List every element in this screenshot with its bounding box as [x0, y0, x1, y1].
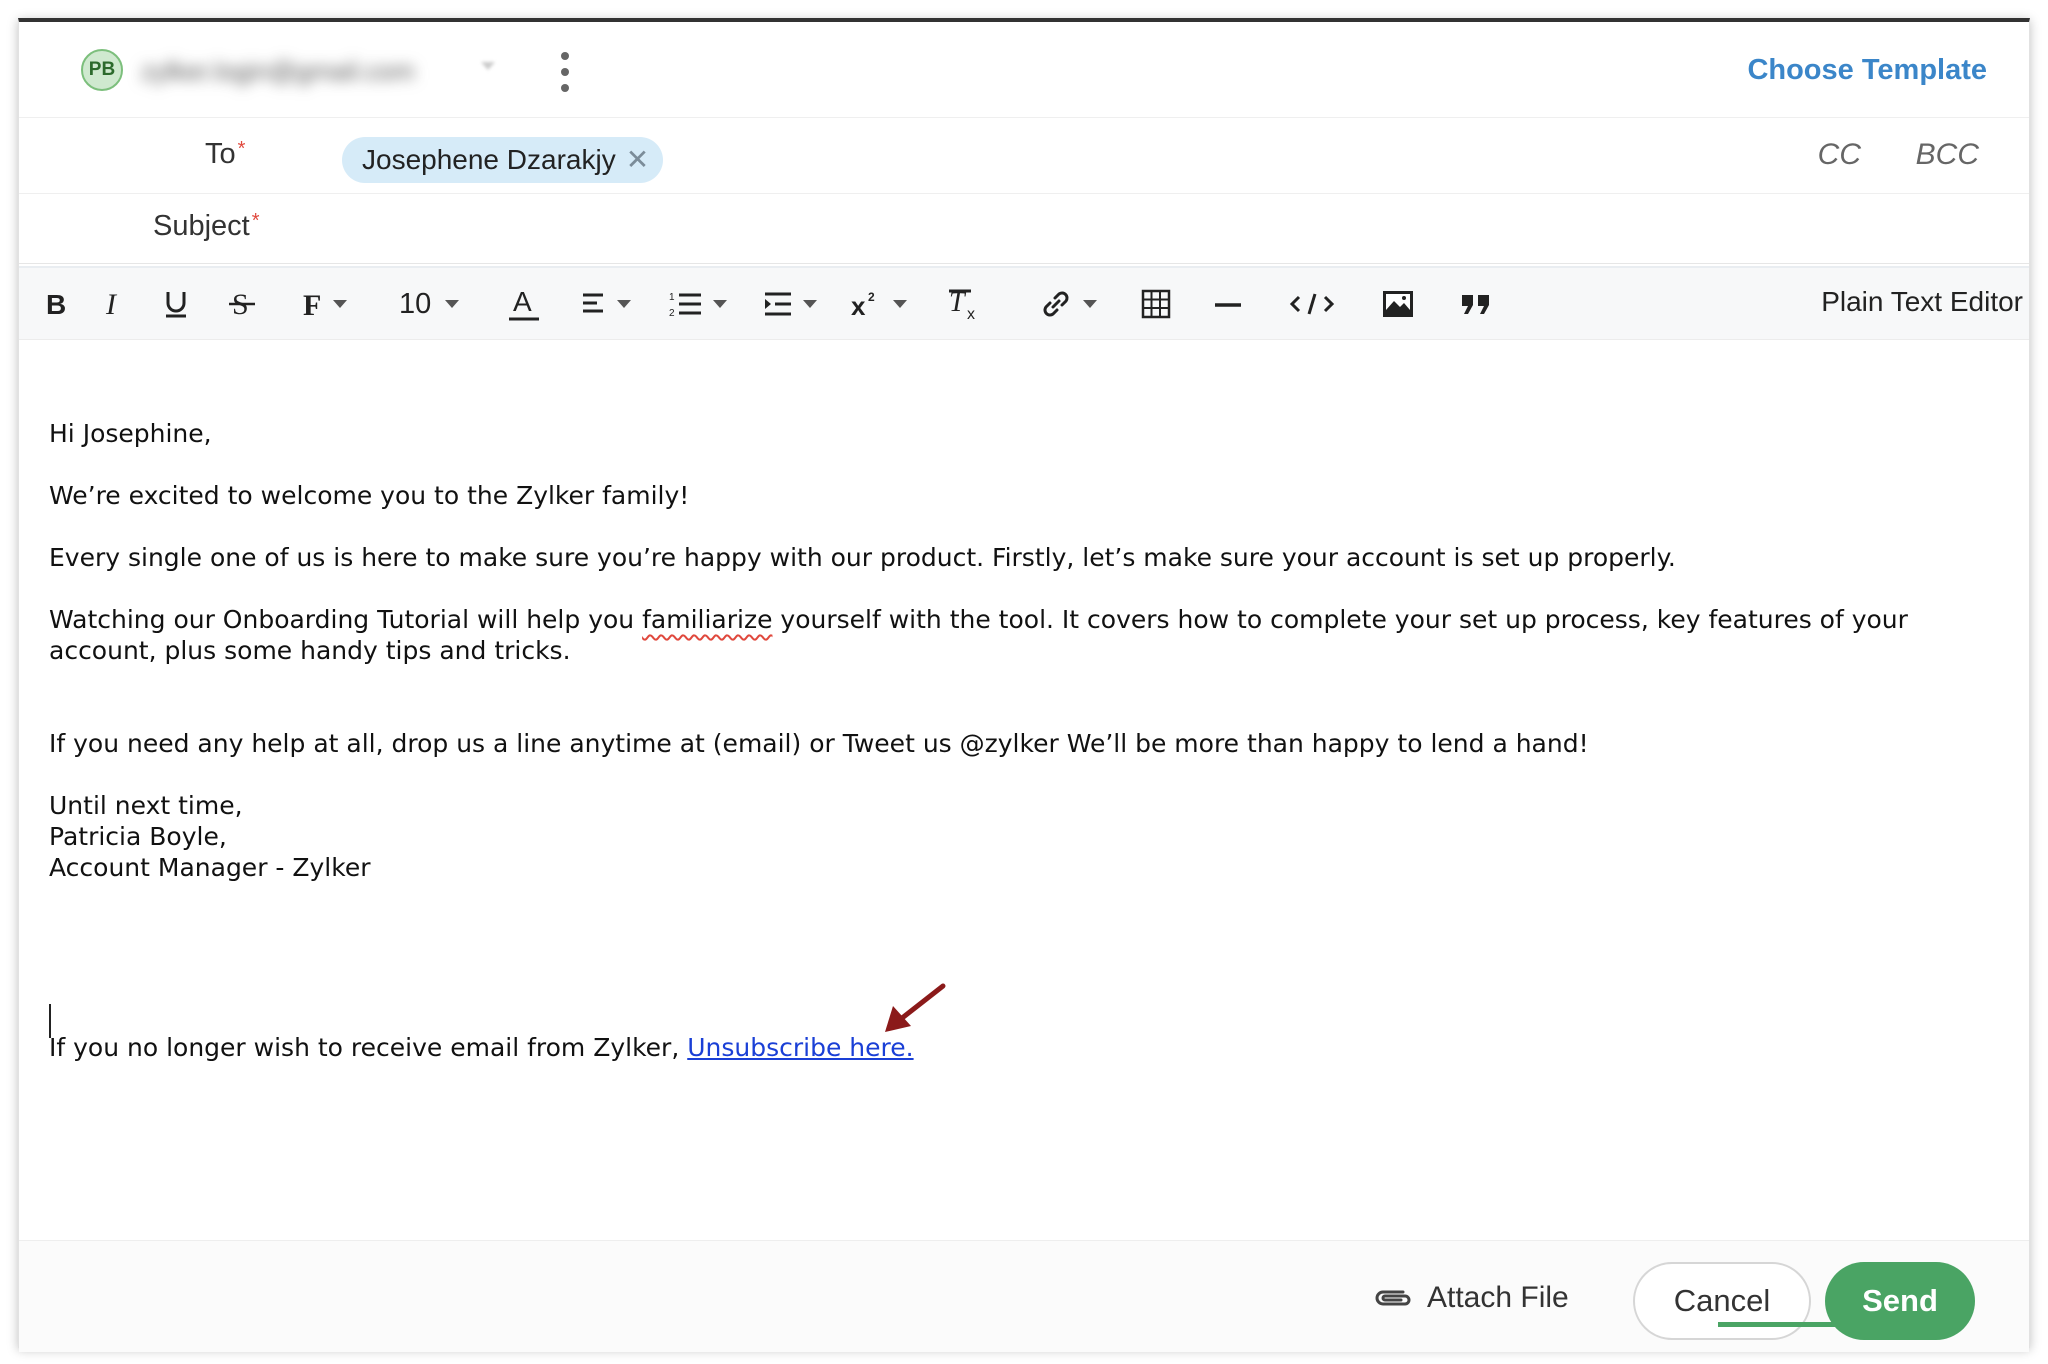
- subject-row: Subject *: [19, 194, 2029, 264]
- unsubscribe-text: If you no longer wish to receive email f…: [49, 1033, 688, 1062]
- sender-name: Patricia Boyle,: [49, 822, 227, 851]
- subject-label-text: Subject: [153, 210, 250, 242]
- cc-button[interactable]: CC: [1818, 138, 1861, 172]
- recipient-chip[interactable]: Josephene Dzarakjy ✕: [342, 137, 664, 183]
- bcc-button[interactable]: BCC: [1916, 138, 1979, 172]
- formatting-toolbar: B I S F 10 A 12 x 2 T x Plain Text Edito…: [19, 266, 2029, 340]
- unsubscribe-line: If you no longer wish to receive email f…: [49, 1032, 914, 1063]
- required-mark: *: [251, 210, 260, 232]
- misspelled-word[interactable]: familiarize: [642, 605, 772, 634]
- svg-text:2: 2: [868, 290, 875, 304]
- underline-icon[interactable]: [163, 282, 189, 326]
- indent-icon[interactable]: [763, 282, 817, 326]
- text-cursor: [49, 1004, 51, 1038]
- font-family-icon[interactable]: F: [301, 282, 347, 326]
- body-text: Watching our Onboarding Tutorial will he…: [49, 605, 643, 634]
- svg-text:2: 2: [669, 308, 675, 318]
- body-paragraph: Watching our Onboarding Tutorial will he…: [49, 604, 2019, 666]
- numbered-list-icon[interactable]: 12: [669, 282, 727, 326]
- recipient-name: Josephene Dzarakjy: [362, 144, 616, 175]
- paperclip-icon: [1375, 1290, 1411, 1306]
- svg-text:x: x: [851, 291, 866, 319]
- attach-file-button[interactable]: Attach File: [1373, 1281, 1569, 1315]
- svg-text:x: x: [967, 306, 975, 321]
- bold-icon[interactable]: B: [43, 282, 69, 326]
- table-icon[interactable]: [1141, 282, 1171, 326]
- email-compose-window: PB zylker.login@gmail.com Choose Templat…: [18, 18, 2030, 1352]
- font-size-value: 10: [399, 287, 432, 320]
- code-icon[interactable]: [1289, 282, 1335, 326]
- body-line: Every single one of us is here to make s…: [49, 543, 1676, 572]
- subject-input[interactable]: [329, 204, 1979, 254]
- link-icon[interactable]: [1039, 282, 1097, 326]
- send-button-shadow: [1718, 1322, 1900, 1327]
- svg-text:1: 1: [669, 292, 675, 303]
- body-line: We’re excited to welcome you to the Zylk…: [49, 481, 690, 510]
- superscript-icon[interactable]: x2: [851, 282, 907, 326]
- more-options-icon[interactable]: [554, 52, 576, 92]
- plain-text-editor-toggle[interactable]: Plain Text Editor: [1821, 286, 2023, 318]
- clear-format-icon[interactable]: Tx: [947, 282, 983, 326]
- required-mark: *: [237, 138, 246, 160]
- compose-footer: Attach File Cancel Send: [19, 1240, 2029, 1352]
- unsubscribe-link[interactable]: Unsubscribe here.: [687, 1033, 913, 1062]
- chevron-down-icon[interactable]: [481, 62, 495, 70]
- image-icon[interactable]: [1381, 282, 1415, 326]
- choose-template-link[interactable]: Choose Template: [1747, 54, 1987, 87]
- attach-file-label: Attach File: [1427, 1281, 1569, 1314]
- body-line: If you need any help at all, drop us a l…: [49, 729, 1589, 758]
- avatar[interactable]: PB: [81, 49, 123, 91]
- svg-text:F: F: [303, 289, 321, 319]
- annotation-arrow-icon: [885, 983, 946, 1032]
- svg-text:A: A: [513, 286, 532, 317]
- italic-icon[interactable]: I: [103, 282, 129, 326]
- greeting-text: Hi Josephine,: [49, 419, 212, 448]
- horizontal-rule-icon[interactable]: [1213, 282, 1243, 326]
- svg-text:B: B: [46, 289, 66, 319]
- to-label-text: To: [205, 138, 236, 170]
- signoff-text: Until next time,: [49, 791, 243, 820]
- svg-text:I: I: [105, 289, 118, 319]
- from-row: PB zylker.login@gmail.com Choose Templat…: [19, 22, 2029, 118]
- send-button[interactable]: Send: [1825, 1262, 1975, 1340]
- font-color-icon[interactable]: A: [507, 282, 541, 326]
- from-email-select[interactable]: zylker.login@gmail.com: [141, 56, 471, 87]
- font-size-select[interactable]: 10: [399, 282, 460, 326]
- to-row: To * Josephene Dzarakjy ✕ CC BCC: [19, 118, 2029, 194]
- remove-recipient-icon[interactable]: ✕: [626, 146, 649, 174]
- sender-title: Account Manager - Zylker: [49, 853, 371, 882]
- subject-label: Subject *: [153, 210, 260, 243]
- align-icon[interactable]: [581, 282, 631, 326]
- to-label: To *: [205, 138, 245, 171]
- strikethrough-icon[interactable]: S: [227, 282, 257, 326]
- quote-icon[interactable]: [1459, 282, 1493, 326]
- cancel-button[interactable]: Cancel: [1633, 1262, 1811, 1340]
